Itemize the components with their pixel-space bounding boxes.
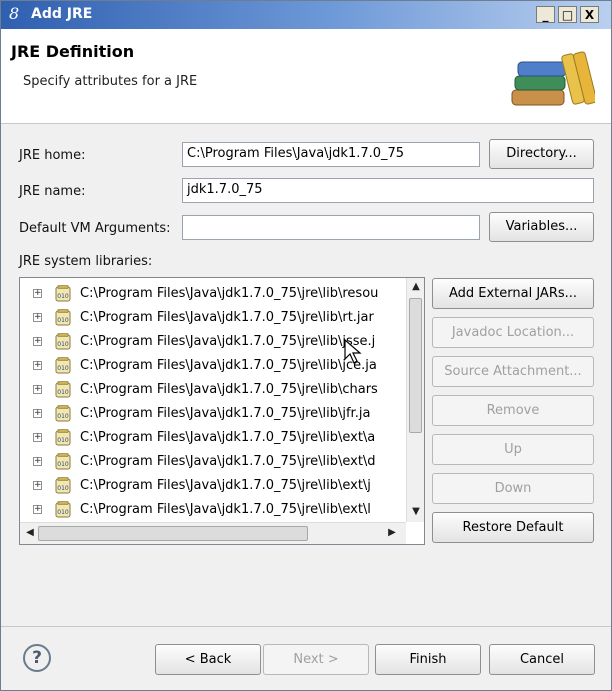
svg-text:010: 010 <box>57 389 69 396</box>
libraries-tree[interactable]: +010 C:\Program Files\Java\jdk1.7.0_75\jr… <box>19 277 425 545</box>
expand-icon[interactable]: + <box>33 505 42 514</box>
svg-text:010: 010 <box>57 365 69 372</box>
svg-text:010: 010 <box>57 293 69 300</box>
library-row[interactable]: +010 C:\Program Files\Java\jdk1.7.0_75\jr… <box>20 498 408 522</box>
svg-text:010: 010 <box>57 509 69 516</box>
vertical-scroll-thumb[interactable] <box>409 298 422 433</box>
expand-icon[interactable]: + <box>33 457 42 466</box>
library-row[interactable]: +010 C:\Program Files\Java\jdk1.7.0_75\jr… <box>20 450 408 474</box>
expand-icon[interactable]: + <box>33 289 42 298</box>
library-path: C:\Program Files\Java\jdk1.7.0_75\jre\li… <box>80 310 374 325</box>
window-title: Add JRE <box>31 6 93 22</box>
add-external-jars-button[interactable]: Add External JARs... <box>432 278 594 309</box>
jar-icon: 010 <box>55 477 71 494</box>
jar-icon: 010 <box>55 333 71 350</box>
svg-text:010: 010 <box>57 461 69 468</box>
down-button[interactable]: Down <box>432 473 594 504</box>
libraries-label: JRE system libraries: <box>19 254 153 269</box>
help-icon[interactable]: ? <box>23 644 51 672</box>
mouse-pointer-icon <box>344 339 362 364</box>
jre-home-field[interactable]: C:\Program Files\Java\jdk1.7.0_75 <box>182 142 480 167</box>
cancel-button[interactable]: Cancel <box>489 644 595 675</box>
library-path: C:\Program Files\Java\jdk1.7.0_75\jre\li… <box>80 454 376 469</box>
library-row[interactable]: +010 C:\Program Files\Java\jdk1.7.0_75\jr… <box>20 378 408 402</box>
scroll-right-arrow-icon[interactable]: ▶ <box>384 527 400 538</box>
jar-icon: 010 <box>55 309 71 326</box>
horizontal-scroll-thumb[interactable] <box>38 526 308 541</box>
library-row[interactable]: +010 C:\Program Files\Java\jdk1.7.0_75\jr… <box>20 474 408 498</box>
back-button[interactable]: < Back <box>155 644 261 675</box>
variables-button[interactable]: Variables... <box>489 212 594 242</box>
library-path: C:\Program Files\Java\jdk1.7.0_75\jre\li… <box>80 502 371 517</box>
library-path: C:\Program Files\Java\jdk1.7.0_75\jre\li… <box>80 286 379 301</box>
scroll-down-arrow-icon[interactable]: ▼ <box>408 506 424 517</box>
expand-icon[interactable]: + <box>33 481 42 490</box>
library-row[interactable]: +010 C:\Program Files\Java\jdk1.7.0_75\jr… <box>20 402 408 426</box>
jar-icon: 010 <box>55 285 71 302</box>
library-path: C:\Program Files\Java\jdk1.7.0_75\jre\li… <box>80 478 371 493</box>
jar-icon: 010 <box>55 429 71 446</box>
expand-icon[interactable]: + <box>33 385 42 394</box>
minimize-button[interactable]: _ <box>536 6 555 23</box>
restore-default-button[interactable]: Restore Default <box>432 512 594 543</box>
next-button[interactable]: Next > <box>263 644 369 675</box>
page-title: JRE Definition <box>11 42 135 61</box>
add-jre-dialog: 8 Add JRE _ □ X JRE Definition Specify a… <box>0 0 612 691</box>
svg-text:010: 010 <box>57 437 69 444</box>
expand-icon[interactable]: + <box>33 313 42 322</box>
svg-text:010: 010 <box>57 341 69 348</box>
footer-separator <box>1 626 611 627</box>
title-bar[interactable]: 8 Add JRE _ □ X <box>1 1 611 29</box>
library-path: C:\Program Files\Java\jdk1.7.0_75\jre\li… <box>80 406 371 421</box>
jar-icon: 010 <box>55 357 71 374</box>
jre-name-label: JRE name: <box>19 184 86 199</box>
library-path: C:\Program Files\Java\jdk1.7.0_75\jre\li… <box>80 334 376 349</box>
expand-icon[interactable]: + <box>33 433 42 442</box>
expand-icon[interactable]: + <box>33 409 42 418</box>
source-attachment-button[interactable]: Source Attachment... <box>432 356 594 387</box>
books-icon <box>511 51 595 106</box>
jar-icon: 010 <box>55 501 71 518</box>
library-row[interactable]: +010 C:\Program Files\Java\jdk1.7.0_75\jr… <box>20 426 408 450</box>
library-row[interactable]: +010 C:\Program Files\Java\jdk1.7.0_75\jr… <box>20 306 408 330</box>
jre-name-field[interactable]: jdk1.7.0_75 <box>182 178 594 203</box>
up-button[interactable]: Up <box>432 434 594 465</box>
expand-icon[interactable]: + <box>33 337 42 346</box>
wizard-banner: JRE Definition Specify attributes for a … <box>1 29 611 124</box>
library-path: C:\Program Files\Java\jdk1.7.0_75\jre\li… <box>80 430 376 445</box>
svg-text:010: 010 <box>57 317 69 324</box>
jar-icon: 010 <box>55 381 71 398</box>
vm-args-field[interactable] <box>182 215 480 240</box>
close-button[interactable]: X <box>580 6 599 23</box>
javadoc-location-button[interactable]: Javadoc Location... <box>432 317 594 348</box>
library-path: C:\Program Files\Java\jdk1.7.0_75\jre\li… <box>80 382 378 397</box>
page-subtitle: Specify attributes for a JRE <box>23 74 198 89</box>
vertical-scrollbar[interactable]: ▲ ▼ <box>406 278 424 522</box>
svg-text:010: 010 <box>57 413 69 420</box>
scroll-up-arrow-icon[interactable]: ▲ <box>408 281 424 292</box>
horizontal-scrollbar[interactable]: ◀ ▶ <box>20 522 406 544</box>
jar-icon: 010 <box>55 405 71 422</box>
maximize-button[interactable]: □ <box>558 6 577 23</box>
jre-home-label: JRE home: <box>19 148 86 163</box>
directory-button[interactable]: Directory... <box>489 139 594 169</box>
library-path: C:\Program Files\Java\jdk1.7.0_75\jre\li… <box>80 358 377 373</box>
svg-text:010: 010 <box>57 485 69 492</box>
jar-icon: 010 <box>55 453 71 470</box>
expand-icon[interactable]: + <box>33 361 42 370</box>
eclipse-icon: 8 <box>9 4 20 23</box>
finish-button[interactable]: Finish <box>375 644 481 675</box>
library-row[interactable]: +010 C:\Program Files\Java\jdk1.7.0_75\jr… <box>20 282 408 306</box>
vm-args-label: Default VM Arguments: <box>19 221 171 236</box>
scroll-left-arrow-icon[interactable]: ◀ <box>22 527 38 538</box>
remove-button[interactable]: Remove <box>432 395 594 426</box>
